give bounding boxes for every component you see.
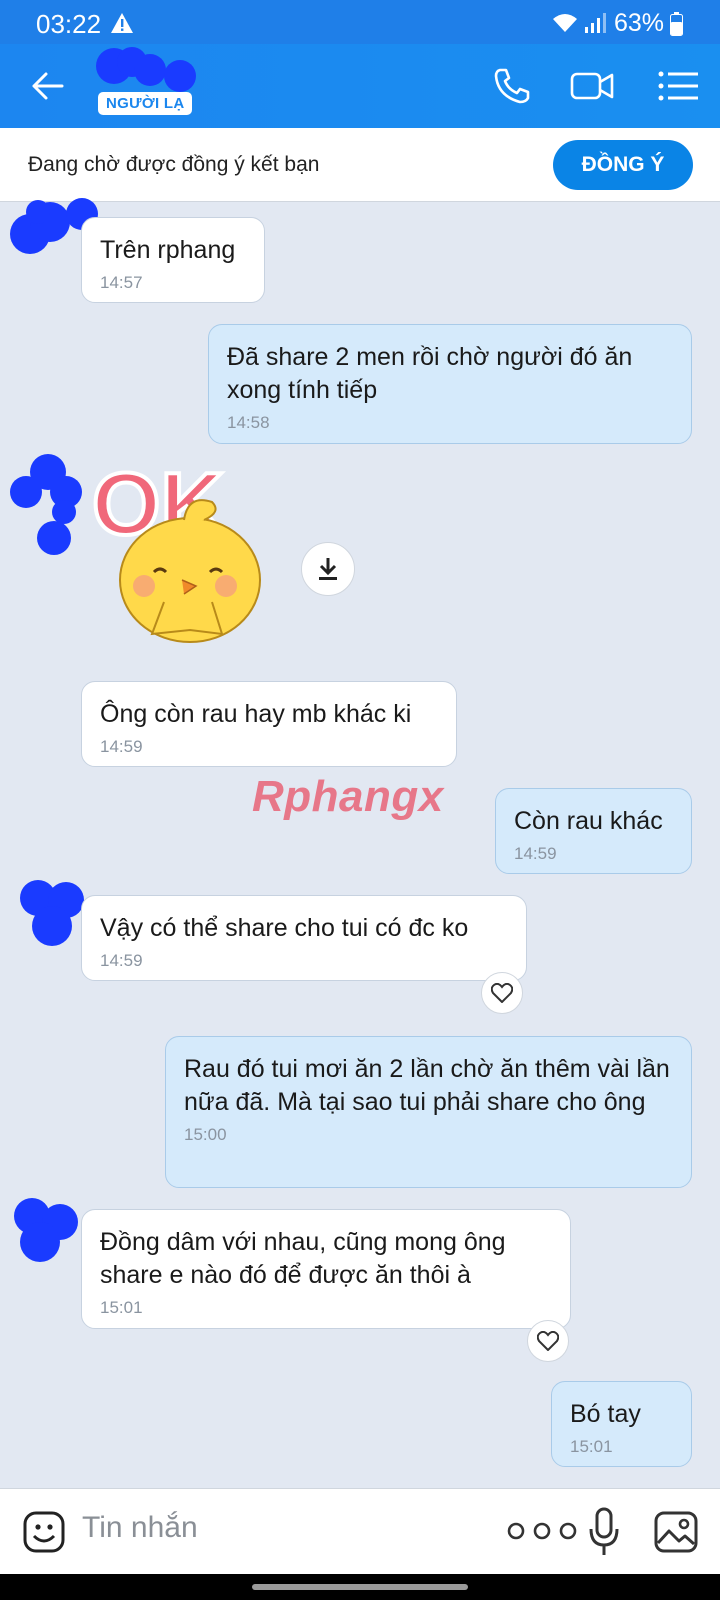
sender-avatar[interactable] — [8, 1194, 84, 1266]
system-nav-bar — [0, 1574, 720, 1600]
message-text: Trên rphang — [100, 236, 236, 264]
message-text: Vậy có thể share cho tui có đc ko — [100, 914, 469, 942]
home-gesture-pill[interactable] — [252, 1584, 468, 1590]
phone-call-icon[interactable] — [490, 64, 534, 108]
chat-header: NGƯỜI LẠ — [0, 44, 720, 128]
message-time: 14:59 — [100, 737, 143, 756]
message-text: Đã share 2 men rồi chờ người đó ăn xong … — [227, 343, 633, 404]
message-time: 14:59 — [514, 844, 557, 863]
message-time: 14:58 — [227, 413, 270, 432]
ok-chick-sticker[interactable]: OK — [92, 462, 292, 652]
message-incoming[interactable]: Đồng dâm với nhau, cũng mong ông share e… — [81, 1209, 571, 1329]
sender-avatar[interactable] — [6, 452, 88, 556]
friend-request-bar: Đang chờ được đồng ý kết bạn ĐỒNG Ý — [0, 128, 720, 202]
contact-name-redacted[interactable] — [92, 46, 202, 96]
signal-icon — [585, 13, 606, 33]
message-time: 15:01 — [570, 1437, 613, 1456]
message-time: 15:01 — [100, 1298, 143, 1317]
message-text: Rau đó tui mơi ăn 2 lần chờ ăn thêm vài … — [184, 1055, 670, 1116]
message-text: Còn rau khác — [514, 807, 663, 835]
message-input[interactable]: Tin nhắn — [82, 1511, 198, 1545]
react-heart-button[interactable] — [527, 1320, 569, 1362]
accept-friend-button[interactable]: ĐỒNG Ý — [553, 140, 693, 190]
message-outgoing[interactable]: Còn rau khác 14:59 — [495, 788, 692, 874]
wifi-icon — [553, 14, 577, 32]
watermark: Rphangx — [252, 772, 444, 821]
warning-icon — [111, 13, 133, 33]
download-icon — [319, 558, 337, 580]
emoji-sticker-icon[interactable] — [22, 1510, 66, 1554]
battery-percent: 63% — [614, 9, 665, 37]
message-incoming[interactable]: Ông còn rau hay mb khác ki 14:59 — [81, 681, 457, 767]
message-time: 14:57 — [100, 273, 143, 292]
more-options-icon[interactable] — [504, 1519, 580, 1543]
video-call-icon[interactable] — [570, 64, 614, 108]
message-outgoing[interactable]: Đã share 2 men rồi chờ người đó ăn xong … — [208, 324, 692, 444]
message-incoming[interactable]: Vậy có thể share cho tui có đc ko 14:59 — [81, 895, 527, 981]
message-incoming[interactable]: Trên rphang 14:57 — [81, 217, 265, 303]
message-time: 15:00 — [184, 1125, 227, 1144]
battery-icon — [670, 12, 683, 36]
microphone-icon[interactable] — [588, 1507, 620, 1559]
message-composer: Tin nhắn — [0, 1488, 720, 1574]
heart-icon — [491, 983, 513, 1003]
status-time: 03:22 — [36, 9, 102, 39]
stranger-badge: NGƯỜI LẠ — [98, 92, 193, 115]
message-time: 14:59 — [100, 951, 143, 970]
message-outgoing[interactable]: Rau đó tui mơi ăn 2 lần chờ ăn thêm vài … — [165, 1036, 692, 1188]
react-heart-button[interactable] — [481, 972, 523, 1014]
message-text: Đồng dâm với nhau, cũng mong ông share e… — [100, 1228, 506, 1289]
back-arrow-icon[interactable] — [30, 66, 66, 106]
image-gallery-icon[interactable] — [654, 1511, 698, 1553]
message-outgoing[interactable]: Bó tay 15:01 — [551, 1381, 692, 1467]
status-bar: 03:22 63% — [0, 0, 720, 44]
message-text: Bó tay — [570, 1400, 641, 1428]
download-button[interactable] — [301, 542, 355, 596]
list-menu-icon[interactable] — [656, 64, 700, 108]
heart-icon — [537, 1331, 559, 1351]
sender-avatar[interactable] — [14, 876, 90, 948]
message-text: Ông còn rau hay mb khác ki — [100, 700, 412, 728]
request-status-text: Đang chờ được đồng ý kết bạn — [28, 153, 320, 176]
